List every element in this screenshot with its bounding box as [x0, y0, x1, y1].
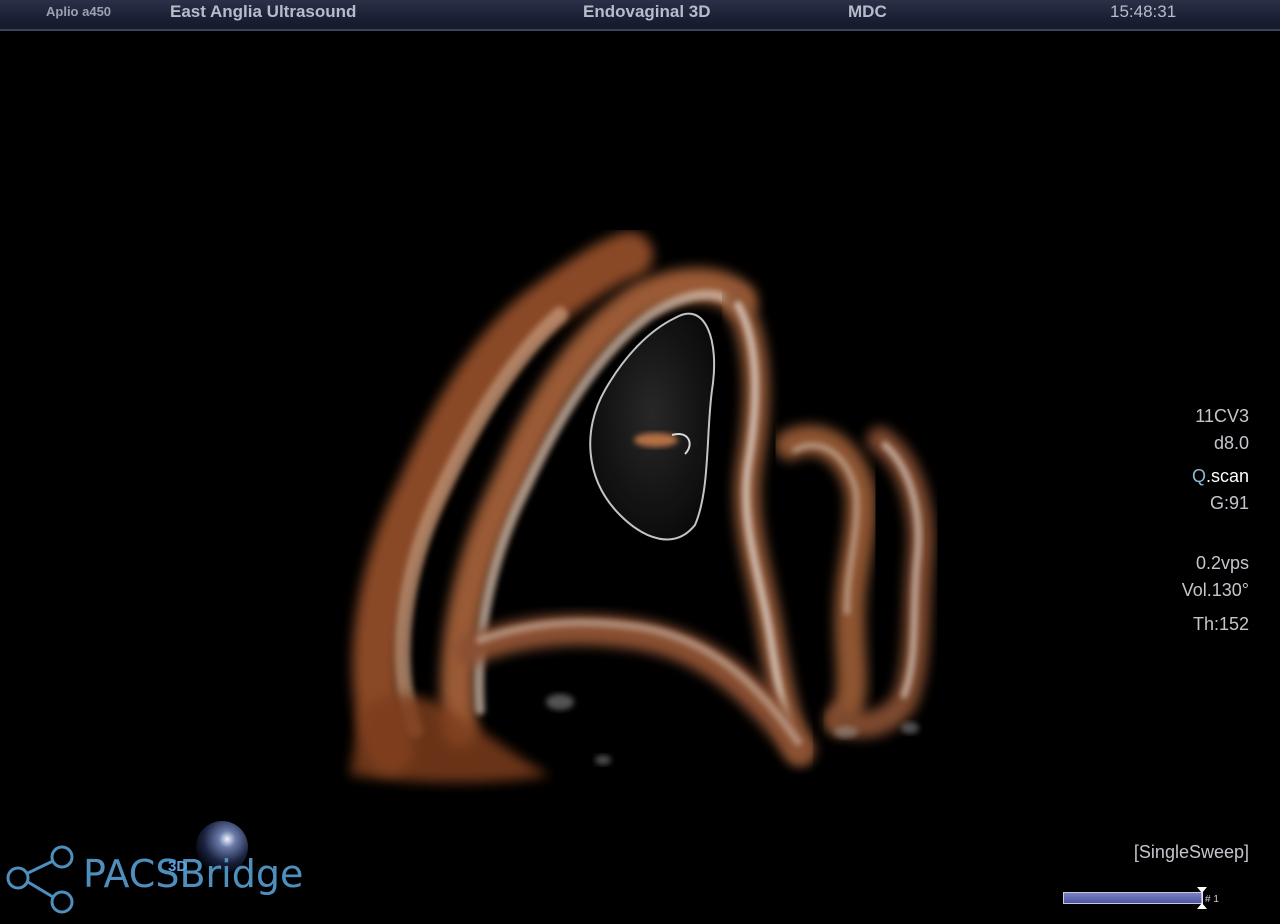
- exam-name: Endovaginal 3D: [583, 2, 711, 21]
- molecule-network-icon: [6, 845, 74, 914]
- threshold-label: Th:152: [1192, 614, 1249, 634]
- scanner-model: Aplio a450: [46, 4, 112, 19]
- sweep-index-label: # 1: [1205, 894, 1219, 905]
- mode-label: Q.scan: [1192, 466, 1249, 487]
- ultrasound-viewer: Aplio a450 East Anglia Ultrasound Endova…: [0, 0, 1280, 924]
- volume-angle-label: Vol.130°: [1181, 580, 1249, 600]
- mode-suffix: .scan: [1205, 466, 1249, 486]
- sweep-progress-fill: [1064, 893, 1202, 903]
- logo-wordmark: PACSBridge: [83, 852, 304, 896]
- institution-name: East Anglia Ultrasound: [170, 2, 357, 21]
- clock-time: 15:48:31: [1110, 2, 1177, 21]
- sweep-progress-bar: [1063, 892, 1203, 904]
- volume-rate-label: 0.2vps: [1195, 553, 1249, 573]
- volume-render-image: [350, 232, 934, 783]
- gain-label: G:91: [1209, 493, 1249, 513]
- transducer-label: 11CV3: [1195, 406, 1249, 426]
- mode-prefix: Q: [1191, 466, 1206, 486]
- header-bar: Aplio a450 East Anglia Ultrasound Endova…: [0, 0, 1280, 31]
- logo-3d-badge: 3D: [168, 858, 188, 875]
- operator-id: MDC: [848, 2, 887, 21]
- sweep-mode-label: [SingleSweep]: [1133, 842, 1249, 862]
- depth-label: d8.0: [1213, 433, 1249, 453]
